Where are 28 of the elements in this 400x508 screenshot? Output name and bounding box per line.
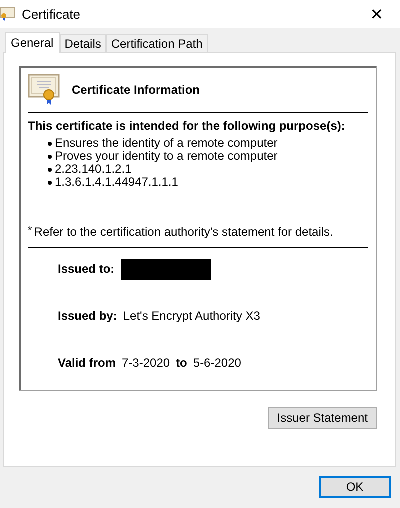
purpose-item: Ensures the identity of a remote computer [55, 137, 278, 150]
bullet-icon [48, 154, 52, 158]
field-label: to [176, 356, 188, 370]
field-value: Let's Encrypt Authority X3 [123, 309, 260, 323]
field-label: Issued by: [58, 309, 118, 323]
bullet-icon [48, 142, 52, 146]
issuer-statement-button[interactable]: Issuer Statement [268, 407, 377, 429]
asterisk-mark: * [28, 225, 32, 239]
certificate-icon [0, 7, 16, 21]
card-heading: Certificate Information [72, 83, 200, 97]
purpose-heading: This certificate is intended for the following purpose(s): [28, 119, 346, 133]
ok-button[interactable]: OK [319, 476, 391, 498]
tab[interactable]: General [5, 32, 60, 53]
tab[interactable]: Certification Path [106, 34, 208, 52]
close-button[interactable]: ✕ [354, 0, 400, 28]
purpose-item: 1.3.6.1.4.1.44947.1.1.1 [55, 176, 178, 189]
note-text: Refer to the certification authority's statement for details. [34, 225, 334, 239]
purpose-item: Proves your identity to a remote computer [55, 150, 278, 163]
purpose-item: 2.23.140.1.2.1 [55, 163, 132, 176]
tab[interactable]: Details [60, 34, 106, 52]
date-value: 7-3-2020 [122, 356, 170, 370]
bullet-icon [48, 180, 52, 184]
certificate-icon [28, 74, 62, 106]
field-label: Valid from [58, 356, 116, 370]
bullet-icon [48, 168, 52, 172]
field-label: Issued to: [58, 262, 115, 276]
window-title: Certificate [22, 6, 82, 22]
date-value: 5-6-2020 [193, 356, 242, 370]
